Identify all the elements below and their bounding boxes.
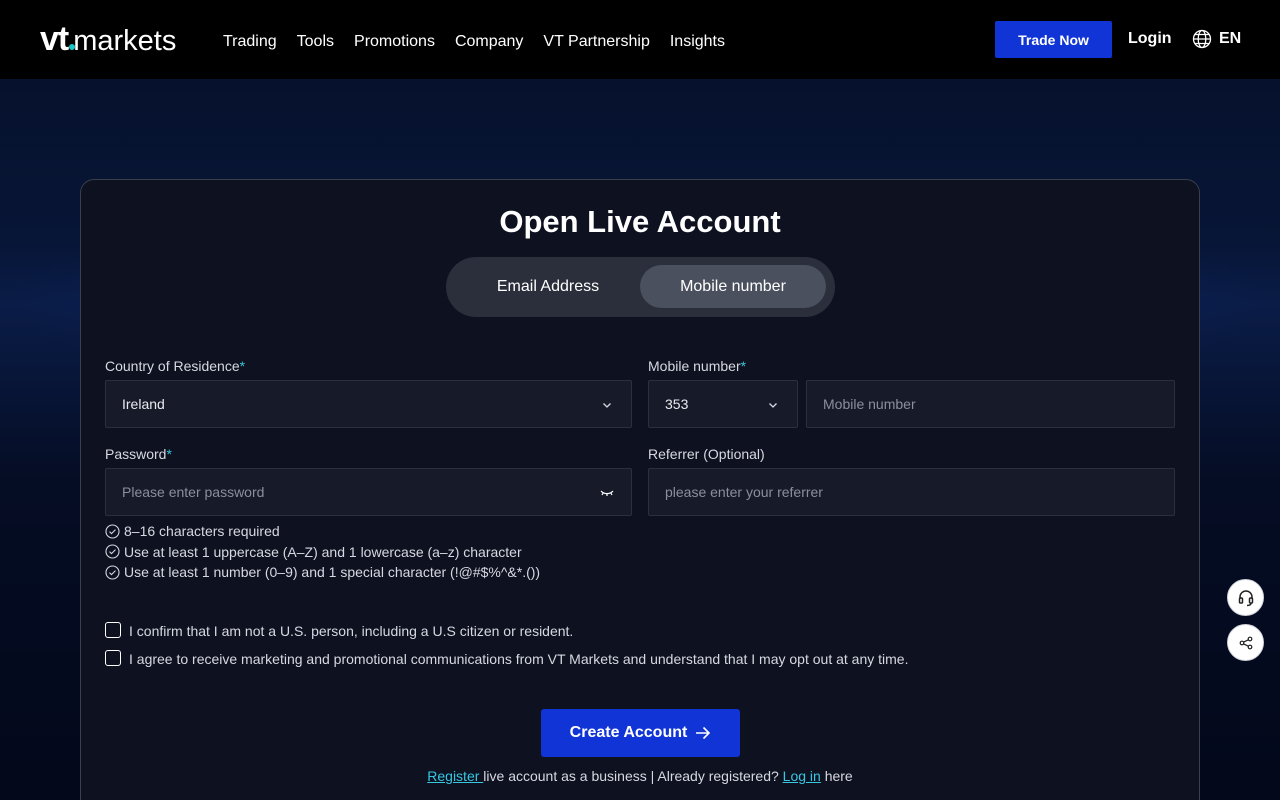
password-rule-text: Use at least 1 uppercase (A–Z) and 1 low… bbox=[124, 543, 522, 560]
page-title: Open Live Account bbox=[499, 204, 781, 239]
chevron-down-icon bbox=[769, 403, 777, 408]
share-button[interactable] bbox=[1227, 624, 1264, 661]
login-link[interactable]: Login bbox=[1128, 30, 1172, 48]
mobile-number-input[interactable] bbox=[823, 396, 1174, 412]
referrer-label: Referrer (Optional) bbox=[648, 446, 765, 462]
required-asterisk: * bbox=[239, 358, 246, 374]
signup-method-toggle: Email Address Mobile number bbox=[446, 257, 835, 317]
register-business-link[interactable]: Register bbox=[427, 768, 483, 784]
nav-insights[interactable]: Insights bbox=[670, 32, 725, 52]
mobile-label: Mobile number* bbox=[648, 358, 746, 374]
nav-tools[interactable]: Tools bbox=[297, 32, 334, 52]
marketing-consent-row: I agree to receive marketing and promoti… bbox=[105, 650, 909, 667]
password-rule: Use at least 1 uppercase (A–Z) and 1 low… bbox=[105, 542, 540, 563]
eye-closed-icon[interactable] bbox=[599, 487, 615, 499]
password-rules: 8–16 characters required Use at least 1 … bbox=[105, 521, 540, 583]
vt-markets-logo[interactable]: vt markets bbox=[40, 20, 177, 58]
required-asterisk: * bbox=[166, 446, 172, 462]
nav-trading[interactable]: Trading bbox=[223, 32, 277, 52]
top-header: vt markets Trading Tools Promotions Comp… bbox=[0, 0, 1280, 79]
password-label-text: Password bbox=[105, 446, 167, 462]
country-code-select[interactable]: 353 bbox=[648, 380, 798, 428]
chevron-down-icon bbox=[603, 403, 611, 408]
main-nav: Trading Tools Promotions Company VT Part… bbox=[223, 32, 745, 52]
password-rule-text: 8–16 characters required bbox=[124, 523, 280, 540]
marketing-consent-checkbox[interactable] bbox=[105, 650, 121, 666]
referrer-input[interactable] bbox=[665, 484, 1174, 500]
support-button[interactable] bbox=[1227, 579, 1264, 616]
create-account-button[interactable]: Create Account bbox=[541, 709, 740, 757]
required-asterisk: * bbox=[740, 358, 747, 374]
tab-email-address[interactable]: Email Address bbox=[455, 265, 641, 308]
country-label-text: Country of Residence bbox=[105, 358, 240, 374]
password-field bbox=[105, 468, 632, 516]
us-person-checkbox[interactable] bbox=[105, 622, 121, 638]
arrow-right-icon bbox=[696, 726, 711, 740]
language-selector[interactable]: EN bbox=[1192, 29, 1241, 49]
logo-vt: vt bbox=[40, 20, 69, 58]
country-select[interactable]: Ireland bbox=[105, 380, 632, 428]
trade-now-button[interactable]: Trade Now bbox=[995, 21, 1112, 58]
referrer-field bbox=[648, 468, 1175, 516]
country-label: Country of Residence* bbox=[105, 358, 245, 374]
nav-promotions[interactable]: Promotions bbox=[354, 32, 435, 52]
us-person-confirm-text: I confirm that I am not a U.S. person, i… bbox=[129, 623, 574, 639]
check-circle-icon bbox=[105, 565, 120, 580]
us-person-confirm-row: I confirm that I am not a U.S. person, i… bbox=[105, 622, 574, 639]
password-rule: 8–16 characters required bbox=[105, 521, 540, 542]
logo-dot bbox=[69, 44, 75, 50]
language-label: EN bbox=[1219, 30, 1242, 47]
login-link-bottom[interactable]: Log in bbox=[783, 768, 821, 784]
share-icon bbox=[1239, 636, 1252, 649]
password-label: Password* bbox=[105, 446, 172, 462]
country-code-value: 353 bbox=[665, 396, 689, 412]
password-rule-text: Use at least 1 number (0–9) and 1 specia… bbox=[124, 564, 541, 581]
account-links-line: Register live account as a business | Al… bbox=[81, 768, 1199, 784]
create-account-label: Create Account bbox=[569, 724, 688, 741]
nav-vt-partnership[interactable]: VT Partnership bbox=[543, 32, 649, 52]
password-input[interactable] bbox=[122, 484, 582, 500]
bottom-middle-text: live account as a business | Already reg… bbox=[483, 768, 783, 784]
marketing-consent-text: I agree to receive marketing and promoti… bbox=[129, 651, 909, 667]
open-account-card: Open Live Account Email Address Mobile n… bbox=[80, 179, 1200, 800]
nav-company[interactable]: Company bbox=[455, 32, 523, 52]
logo-markets: markets bbox=[73, 25, 177, 57]
globe-icon bbox=[1192, 29, 1212, 49]
check-circle-icon bbox=[105, 544, 120, 559]
tab-mobile-number[interactable]: Mobile number bbox=[640, 265, 826, 308]
headset-icon bbox=[1238, 589, 1253, 606]
mobile-number-field bbox=[806, 380, 1175, 428]
bottom-end-text: here bbox=[820, 768, 853, 784]
mobile-label-text: Mobile number bbox=[648, 358, 741, 374]
country-value: Ireland bbox=[122, 396, 165, 412]
password-rule: Use at least 1 number (0–9) and 1 specia… bbox=[105, 562, 540, 583]
check-circle-icon bbox=[105, 524, 120, 539]
